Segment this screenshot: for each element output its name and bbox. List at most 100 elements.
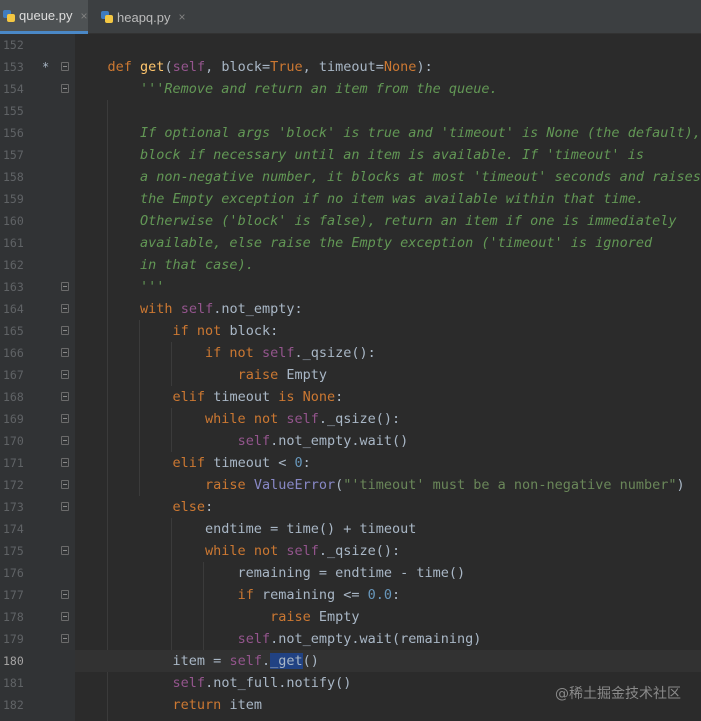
- code-line[interactable]: item = self._get(): [75, 650, 701, 672]
- fold-icon[interactable]: [61, 590, 69, 599]
- gutter-line[interactable]: 155: [0, 100, 75, 122]
- fold-icon[interactable]: [61, 282, 69, 291]
- gutter-line[interactable]: 159: [0, 188, 75, 210]
- gutter-line[interactable]: 181: [0, 672, 75, 694]
- code-line[interactable]: If optional args 'block' is true and 'ti…: [75, 122, 701, 144]
- fold-icon[interactable]: [61, 370, 69, 379]
- gutter-line[interactable]: 182: [0, 694, 75, 716]
- code-line[interactable]: def get(self, block=True, timeout=None):: [75, 56, 701, 78]
- fold-icon[interactable]: [61, 436, 69, 445]
- keyword-token: while not: [205, 543, 279, 559]
- gutter-line[interactable]: 165: [0, 320, 75, 342]
- code-editor[interactable]: def get(self, block=True, timeout=None):…: [75, 34, 701, 721]
- fold-icon[interactable]: [61, 414, 69, 423]
- fold-icon[interactable]: [61, 84, 69, 93]
- code-line[interactable]: else:: [75, 496, 701, 518]
- gutter-line[interactable]: 177: [0, 584, 75, 606]
- code-line[interactable]: if not block:: [75, 320, 701, 342]
- fold-icon[interactable]: [61, 326, 69, 335]
- gutter-line[interactable]: 157: [0, 144, 75, 166]
- line-number-gutter[interactable]: 152 153 * 154 155 156 157 158 159 160 161 162 163 164…: [0, 34, 75, 721]
- gutter-line[interactable]: 174: [0, 518, 75, 540]
- gutter-line[interactable]: 168: [0, 386, 75, 408]
- code-line[interactable]: elif timeout < 0:: [75, 452, 701, 474]
- code-line[interactable]: [75, 34, 701, 56]
- line-number: 162: [3, 258, 24, 272]
- code-line[interactable]: if not self._qsize():: [75, 342, 701, 364]
- code-line[interactable]: with self.not_empty:: [75, 298, 701, 320]
- code-line[interactable]: block if necessary until an item is avai…: [75, 144, 701, 166]
- code-line[interactable]: [75, 100, 701, 122]
- code-text: ):: [416, 59, 433, 75]
- fold-icon[interactable]: [61, 634, 69, 643]
- code-text: block:: [221, 323, 279, 339]
- code-line[interactable]: the Empty exception if no item was avail…: [75, 188, 701, 210]
- code-text: ._qsize():: [318, 543, 401, 559]
- fold-icon[interactable]: [61, 348, 69, 357]
- watermark: @稀土掘金技术社区: [555, 686, 681, 702]
- gutter-line[interactable]: 180: [0, 650, 75, 672]
- gutter-line[interactable]: 172: [0, 474, 75, 496]
- fold-icon[interactable]: [61, 502, 69, 511]
- close-tab-icon[interactable]: ×: [81, 9, 88, 23]
- fold-icon[interactable]: [61, 480, 69, 489]
- fold-icon[interactable]: [61, 392, 69, 401]
- code-line[interactable]: remaining = endtime - time(): [75, 562, 701, 584]
- gutter-line[interactable]: 161: [0, 232, 75, 254]
- close-tab-icon[interactable]: ×: [179, 10, 186, 24]
- gutter-line[interactable]: 167: [0, 364, 75, 386]
- gutter-line[interactable]: 160: [0, 210, 75, 232]
- fold-icon[interactable]: [61, 304, 69, 313]
- code-line[interactable]: '''Remove and return an item from the qu…: [75, 78, 701, 100]
- gutter-line[interactable]: 170: [0, 430, 75, 452]
- code-line[interactable]: available, else raise the Empty exceptio…: [75, 232, 701, 254]
- gutter-line[interactable]: 164: [0, 298, 75, 320]
- gutter-line[interactable]: 171: [0, 452, 75, 474]
- selected-token: _get: [270, 653, 303, 669]
- code-line[interactable]: ''': [75, 276, 701, 298]
- gutter-line[interactable]: 154: [0, 78, 75, 100]
- code-line[interactable]: elif timeout is None:: [75, 386, 701, 408]
- code-text: .not_empty:: [213, 301, 303, 317]
- code-line[interactable]: self.not_empty.wait(remaining): [75, 628, 701, 650]
- fold-icon[interactable]: [61, 612, 69, 621]
- gutter-line[interactable]: 173: [0, 496, 75, 518]
- gutter-line[interactable]: 156: [0, 122, 75, 144]
- gutter-line[interactable]: 179: [0, 628, 75, 650]
- gutter-line[interactable]: 175: [0, 540, 75, 562]
- code-line[interactable]: self.not_empty.wait(): [75, 430, 701, 452]
- code-line[interactable]: raise ValueError("'timeout' must be a no…: [75, 474, 701, 496]
- code-text: .not_empty.wait(): [270, 433, 409, 449]
- code-line[interactable]: if remaining <= 0.0:: [75, 584, 701, 606]
- code-line[interactable]: Otherwise ('block' is false), return an …: [75, 210, 701, 232]
- tab-heapq-py[interactable]: heapq.py ×: [98, 0, 190, 34]
- gutter-line[interactable]: 162: [0, 254, 75, 276]
- fold-icon[interactable]: [61, 458, 69, 467]
- code-line[interactable]: while not self._qsize():: [75, 540, 701, 562]
- code-line[interactable]: in that case).: [75, 254, 701, 276]
- code-line[interactable]: while not self._qsize():: [75, 408, 701, 430]
- gutter-line[interactable]: 163: [0, 276, 75, 298]
- fold-icon[interactable]: [61, 62, 69, 71]
- code-text: timeout <: [205, 455, 295, 471]
- gutter-line[interactable]: 169: [0, 408, 75, 430]
- gutter-line[interactable]: 176: [0, 562, 75, 584]
- gutter-line[interactable]: 166: [0, 342, 75, 364]
- gutter-line[interactable]: 153 *: [0, 56, 75, 78]
- code-line[interactable]: raise Empty: [75, 364, 701, 386]
- code-line[interactable]: raise Empty: [75, 606, 701, 628]
- code-line[interactable]: endtime = time() + timeout: [75, 518, 701, 540]
- fold-icon[interactable]: [61, 546, 69, 555]
- gutter-line[interactable]: 178: [0, 606, 75, 628]
- tab-queue-py[interactable]: queue.py ×: [0, 0, 88, 34]
- code-line[interactable]: a non-negative number, it blocks at most…: [75, 166, 701, 188]
- gutter-line[interactable]: 152: [0, 34, 75, 56]
- gutter-line[interactable]: 158: [0, 166, 75, 188]
